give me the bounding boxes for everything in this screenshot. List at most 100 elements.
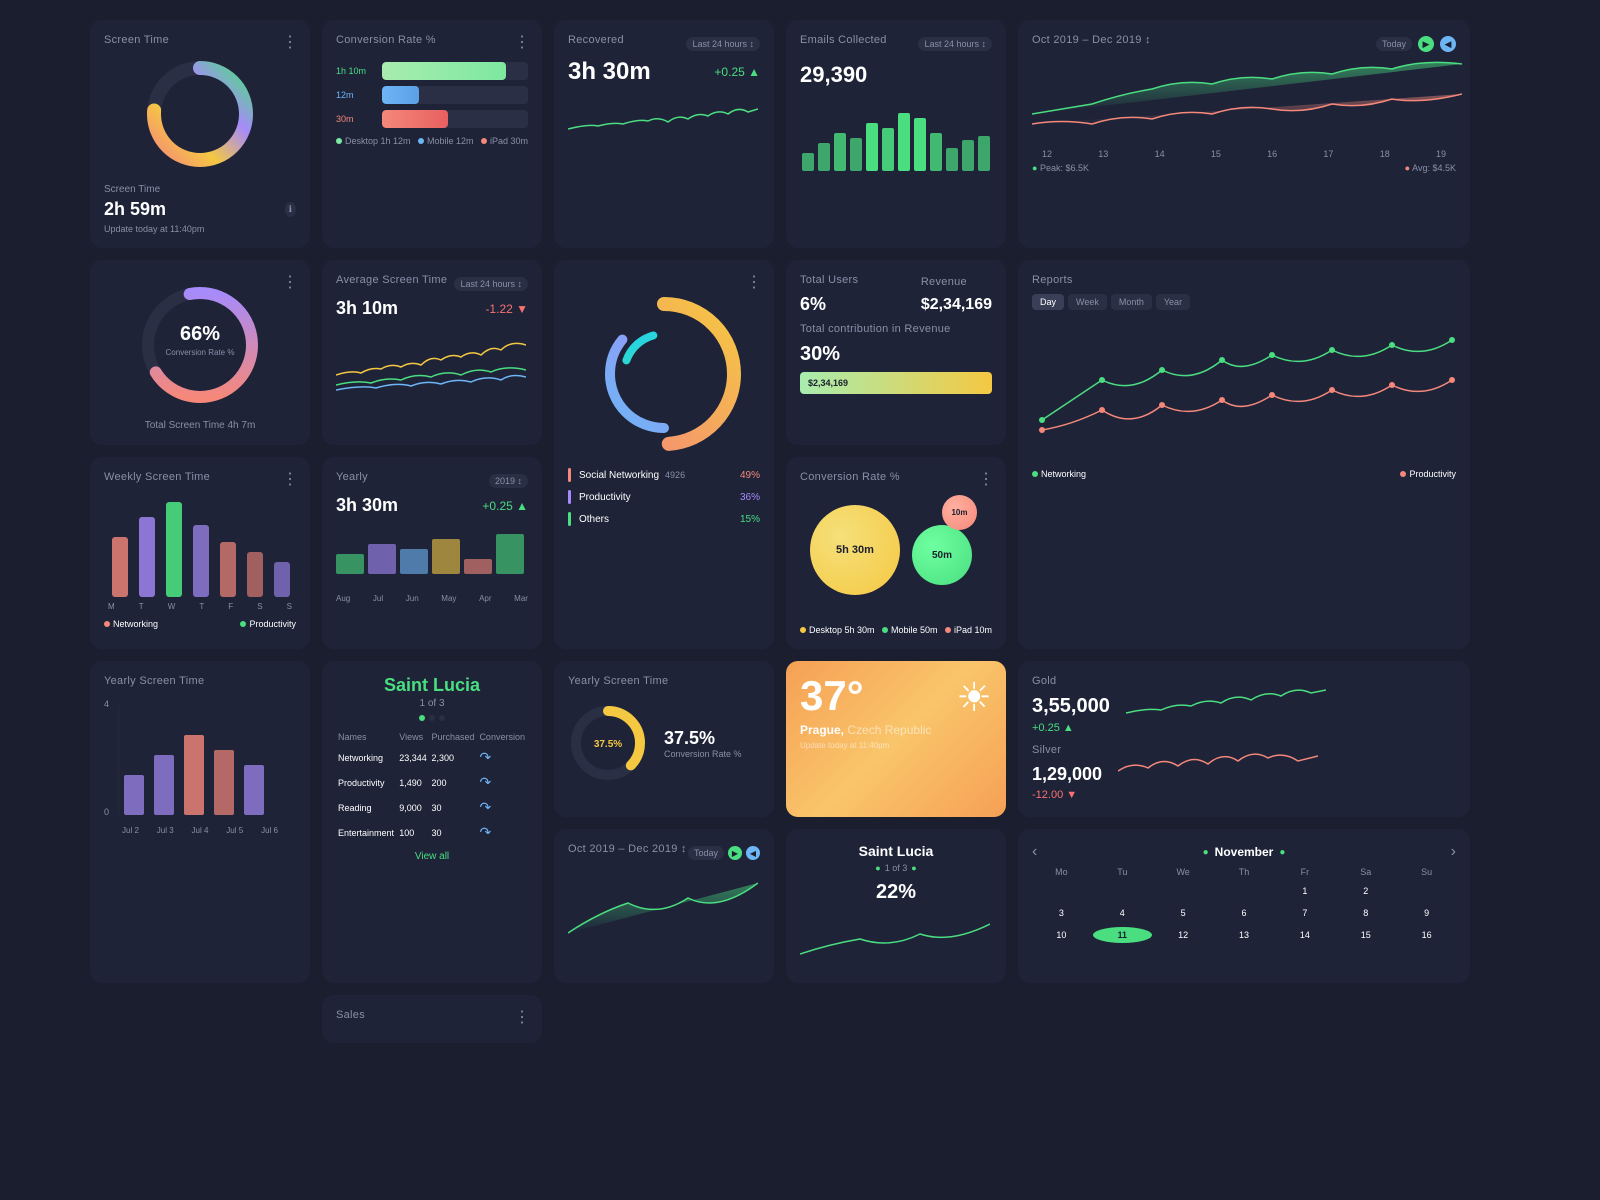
row-ent-purchased: 30 [429, 820, 477, 845]
pct-donut-menu[interactable]: ⋮ [282, 272, 298, 292]
x-jul5: Jul 5 [226, 826, 243, 835]
col-conversion: Conversion [477, 729, 528, 745]
recovered1-title: Recovered [568, 34, 624, 46]
reports-legend-prod: Productivity [1400, 469, 1456, 479]
yearly-top-title: Yearly [336, 471, 368, 483]
oct-dec-bottom-badges: Today ▶ ◀ [688, 846, 760, 860]
dot-2 [429, 715, 435, 721]
x-label-17: 17 [1323, 149, 1333, 159]
yearly-top-months: Aug Jul Jun May Apr Mar [336, 594, 528, 603]
row-reading: Reading 9,000 30 ↷ [336, 795, 528, 820]
calendar-next[interactable]: › [1451, 843, 1456, 861]
weekly-menu[interactable]: ⋮ [282, 469, 298, 489]
calendar-month-wrap: ● November ● [1203, 845, 1286, 859]
conv-rate-menu[interactable]: ⋮ [514, 32, 530, 52]
cal-day-10[interactable]: 10 [1032, 927, 1091, 943]
saint-lucia-dots [336, 715, 528, 721]
big-donut-menu[interactable]: ⋮ [746, 272, 762, 292]
oct-dec-bottom-icon2: ◀ [746, 846, 760, 860]
users-section: Total Users 6% [800, 274, 858, 315]
category-productivity: Productivity 36% [568, 486, 760, 508]
reports-header: Reports [1032, 274, 1456, 294]
gold-spark-svg [1126, 678, 1326, 728]
cal-day-2[interactable]: 2 [1336, 883, 1395, 899]
bar-row-1: 1h 10m [336, 62, 528, 80]
col-views: Views [397, 729, 429, 745]
pct-donut-svg: 66% Conversion Rate % [135, 280, 265, 410]
big-donut-card: ⋮ [554, 260, 774, 649]
screen-time-menu[interactable]: ⋮ [282, 32, 298, 52]
saint-lucia-bottom-header: Saint Lucia ● 1 of 3 ● [800, 843, 992, 873]
yearly-pie-card: Yearly Screen Time 37.5% 37.5% Conversio… [554, 661, 774, 817]
cal-day-8[interactable]: 8 [1336, 905, 1395, 921]
day-t2: T [199, 602, 204, 611]
weather-update: Update today at 11:40pm [800, 741, 931, 750]
yearly-pie-label: Conversion Rate % [664, 749, 742, 759]
cal-empty-5: - [1397, 883, 1456, 899]
emails-card: Emails Collected Last 24 hours ↕ 29,390 [786, 20, 1006, 248]
reports-tabs: Day Week Month Year [1032, 294, 1456, 310]
gold-silver-content: Gold 3,55,000 +0.25 ▲ [1032, 675, 1456, 736]
day-w: W [168, 602, 176, 611]
oct-dec-top-title: Oct 2019 – Dec 2019 ↕ [1032, 34, 1151, 46]
tab-month[interactable]: Month [1111, 294, 1152, 310]
category-social-label: Social Networking 4926 [568, 468, 685, 482]
cal-day-12[interactable]: 12 [1154, 927, 1213, 943]
cal-header-su: Su [1397, 867, 1456, 877]
legend-desktop: Desktop 1h 12m [336, 136, 411, 146]
cal-day-3[interactable]: 3 [1032, 905, 1091, 921]
bar-row-3: 30m [336, 110, 528, 128]
view-all-btn[interactable]: View all [336, 851, 528, 862]
cal-day-6[interactable]: 6 [1215, 905, 1274, 921]
cal-day-7[interactable]: 7 [1275, 905, 1334, 921]
weather-card: 37° Prague, Czech Republic Update today … [786, 661, 1006, 817]
cal-header-we: We [1154, 867, 1213, 877]
calendar-info-icon: ● [1279, 847, 1285, 858]
bubbles-title: Conversion Rate % [800, 471, 900, 483]
row-ent-name: Entertainment [336, 820, 397, 845]
bubbles-menu[interactable]: ⋮ [978, 469, 994, 489]
oct-dec-icon2: ◀ [1440, 36, 1456, 52]
row-net-views: 23,344 [397, 745, 429, 770]
saint-lucia-bottom-sub: 1 of 3 [885, 863, 908, 873]
cal-day-9[interactable]: 9 [1397, 905, 1456, 921]
cal-day-16[interactable]: 16 [1397, 927, 1456, 943]
tab-day[interactable]: Day [1032, 294, 1064, 310]
reports-legend: Networking Productivity [1032, 469, 1456, 479]
sales-header: Sales ⋮ [336, 1009, 528, 1029]
category-others-label: Others [568, 512, 609, 526]
oct-dec-bottom-icon1: ▶ [728, 846, 742, 860]
cal-day-11-today[interactable]: 11 [1093, 927, 1152, 943]
cal-empty-2: - [1093, 883, 1152, 899]
row-prod-name: Productivity [336, 770, 397, 795]
row-prod-conv: ↷ [477, 770, 528, 795]
cal-day-1[interactable]: 1 [1275, 883, 1334, 899]
cal-day-5[interactable]: 5 [1154, 905, 1213, 921]
silver-section: Silver 1,29,000 -12.00 ▼ [1032, 744, 1102, 803]
cal-day-13[interactable]: 13 [1215, 927, 1274, 943]
saint-lucia-bottom-next: ● [911, 863, 916, 873]
bubble-mobile-value: 50m [932, 550, 952, 561]
bubble-ipad: 10m [942, 495, 977, 530]
calendar-prev[interactable]: ‹ [1032, 843, 1037, 861]
reports-title: Reports [1032, 274, 1073, 286]
oct-dec-bottom-today: Today [688, 846, 724, 860]
tab-year[interactable]: Year [1156, 294, 1190, 310]
weather-sun-icon: ☀ [956, 675, 992, 721]
avg-screen-badge: Last 24 hours ↕ [454, 277, 528, 291]
yearly-pie-values: 37.5% Conversion Rate % [664, 728, 742, 759]
pct-donut-total: Total Screen Time 4h 7m [104, 420, 296, 431]
conv-rate-card: Conversion Rate % ⋮ 1h 10m 12m 30m [322, 20, 542, 248]
row-entertainment: Entertainment 100 30 ↷ [336, 820, 528, 845]
bar-fill-1 [382, 62, 506, 80]
sales-menu[interactable]: ⋮ [514, 1007, 530, 1027]
month-aug: Aug [336, 594, 350, 603]
cal-day-15[interactable]: 15 [1336, 927, 1395, 943]
weekly-legend-prod: Productivity [240, 619, 296, 629]
avg-screen-delta: -1.22 ▼ [485, 302, 528, 316]
gold-silver-card: Gold 3,55,000 +0.25 ▲ Silver 1,29,000 -1… [1018, 661, 1470, 817]
tab-week[interactable]: Week [1068, 294, 1107, 310]
cal-day-4[interactable]: 4 [1093, 905, 1152, 921]
day-s1: S [257, 602, 262, 611]
cal-day-14[interactable]: 14 [1275, 927, 1334, 943]
